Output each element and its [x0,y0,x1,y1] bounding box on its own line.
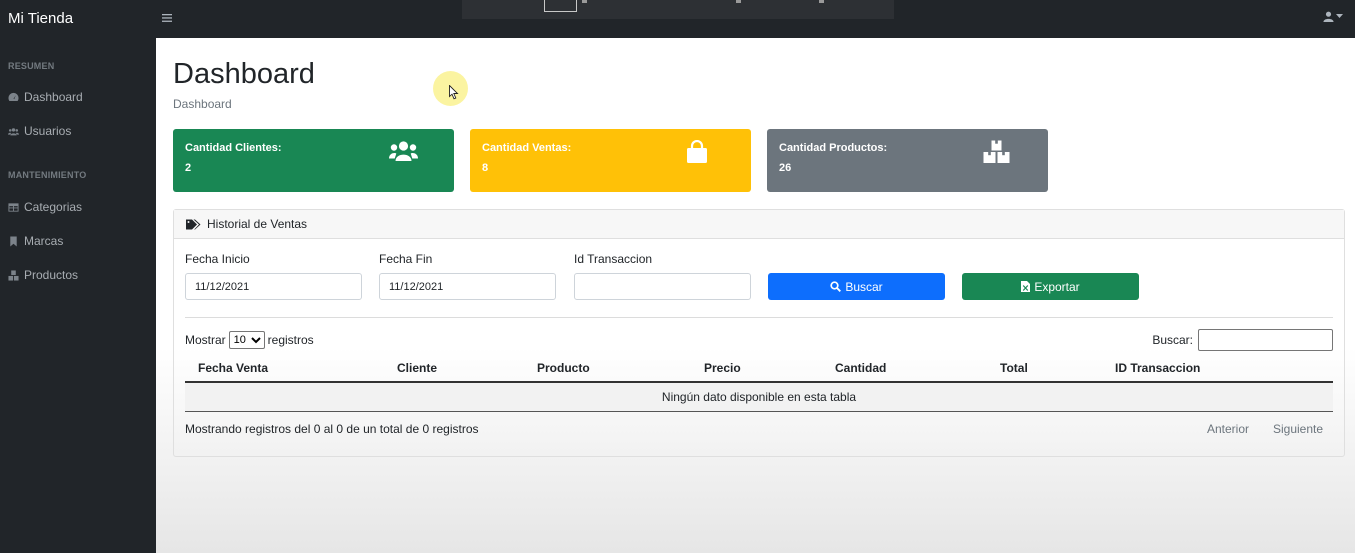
sidebar-toggle-button[interactable] [162,11,172,26]
tachometer-icon [8,92,19,101]
bars-icon [162,14,172,22]
page-length-select[interactable]: 10 [228,331,265,349]
column-header[interactable]: Cliente [397,361,437,375]
end-date-label: Fecha Fin [379,252,433,266]
sidebar-item-categorias[interactable]: Categorias [8,200,82,214]
stat-label: Cantidad Ventas: [482,142,572,154]
stat-card-clientes[interactable]: Cantidad Clientes: 2 [173,129,454,192]
pagination-previous[interactable]: Anterior [1207,422,1249,436]
top-navbar: Mi Tienda [0,0,1355,38]
end-date-input[interactable] [379,273,556,300]
users-icon [8,127,19,135]
start-date-label: Fecha Inicio [185,252,250,266]
shopping-bag-icon [687,140,707,163]
overlay-mark [736,0,741,3]
sidebar-heading-resumen: RESUMEN [8,61,55,71]
sales-history-card: Historial de Ventas Fecha Inicio Fecha F… [173,209,1345,457]
transaction-id-label: Id Transaccion [574,252,653,266]
stat-card-ventas[interactable]: Cantidad Ventas: 8 [470,129,751,192]
sidebar-item-label: Categorias [24,200,83,214]
overlay-mark [819,0,824,3]
length-suffix: registros [267,333,314,347]
start-date-input[interactable] [185,273,362,300]
overlay-frame [544,0,577,12]
column-header[interactable]: ID Transaccion [1115,361,1200,375]
table-search: Buscar: [1152,329,1333,351]
sidebar-item-productos[interactable]: Productos [8,268,78,282]
sidebar-item-usuarios[interactable]: Usuarios [8,124,71,138]
user-icon [1323,11,1334,22]
table-header: Fecha Venta Cliente Producto Precio Cant… [185,352,1333,383]
table-empty-row: Ningún dato disponible en esta tabla [185,383,1333,412]
table-icon [8,202,19,212]
sidebar-item-label: Marcas [24,234,64,248]
tags-icon [186,219,201,229]
stat-label: Cantidad Clientes: [185,142,282,154]
caret-down-icon [1336,14,1343,18]
transaction-id-input[interactable] [574,273,751,300]
bookmark-icon [10,235,17,247]
screen-recorder-overlay [462,0,894,19]
users-icon [389,141,418,161]
table-search-input[interactable] [1198,329,1333,351]
search-button-label: Buscar [845,279,883,294]
search-button[interactable]: Buscar [768,273,945,300]
sidebar-item-label: Usuarios [24,124,72,138]
column-header[interactable]: Producto [537,361,590,375]
boxes-icon [8,269,19,281]
export-button[interactable]: Exportar [962,273,1139,300]
sidebar-item-label: Productos [24,268,79,282]
card-title-text: Historial de Ventas [207,217,308,231]
search-icon [830,281,842,292]
table-info: Mostrando registros del 0 al 0 de un tot… [185,422,479,436]
stat-value: 8 [482,162,489,174]
card-header: Historial de Ventas [174,210,1344,239]
user-menu-dropdown[interactable] [1323,11,1343,22]
sidebar-item-label: Dashboard [24,90,83,104]
pagination-next[interactable]: Siguiente [1273,422,1323,436]
sidebar-item-marcas[interactable]: Marcas [8,234,63,248]
column-header[interactable]: Total [1000,361,1028,375]
length-prefix: Mostrar [185,333,226,347]
column-header[interactable]: Cantidad [835,361,886,375]
page-title: Dashboard [173,58,315,90]
export-button-label: Exportar [1034,279,1080,294]
card-title: Historial de Ventas [186,217,307,231]
sidebar-item-dashboard[interactable]: Dashboard [8,90,83,104]
sidebar: RESUMEN Dashboard Usuarios MANTENIMIENTO… [0,38,156,553]
column-header[interactable]: Precio [704,361,741,375]
breadcrumb: Dashboard [173,97,232,111]
stat-card-productos[interactable]: Cantidad Productos: 26 [767,129,1048,192]
file-excel-icon [1021,281,1031,292]
brand-title[interactable]: Mi Tienda [8,10,73,27]
table-search-label: Buscar: [1152,333,1193,347]
divider [185,317,1333,318]
mouse-pointer-icon [449,85,459,100]
boxes-icon [983,140,1010,163]
column-header[interactable]: Fecha Venta [198,361,268,375]
page-length-control: Mostrar 10 registros [185,331,314,349]
mouse-cursor-highlight [433,71,468,106]
main-content: Dashboard Dashboard Cantidad Clientes: 2… [156,38,1355,553]
stat-value: 2 [185,162,192,174]
stat-value: 26 [779,162,792,174]
overlay-mark [582,0,587,3]
sidebar-heading-mantenimiento: MANTENIMIENTO [8,170,87,180]
stat-label: Cantidad Productos: [779,142,888,154]
